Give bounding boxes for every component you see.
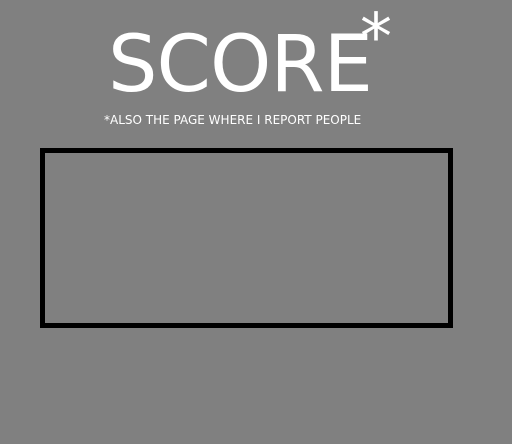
score-display-box [40, 148, 453, 328]
footnote-marker: * [360, 1, 392, 75]
footnote-text: *ALSO THE PAGE WHERE I REPORT PEOPLE [104, 113, 362, 127]
page-title: SCORE [108, 20, 373, 110]
